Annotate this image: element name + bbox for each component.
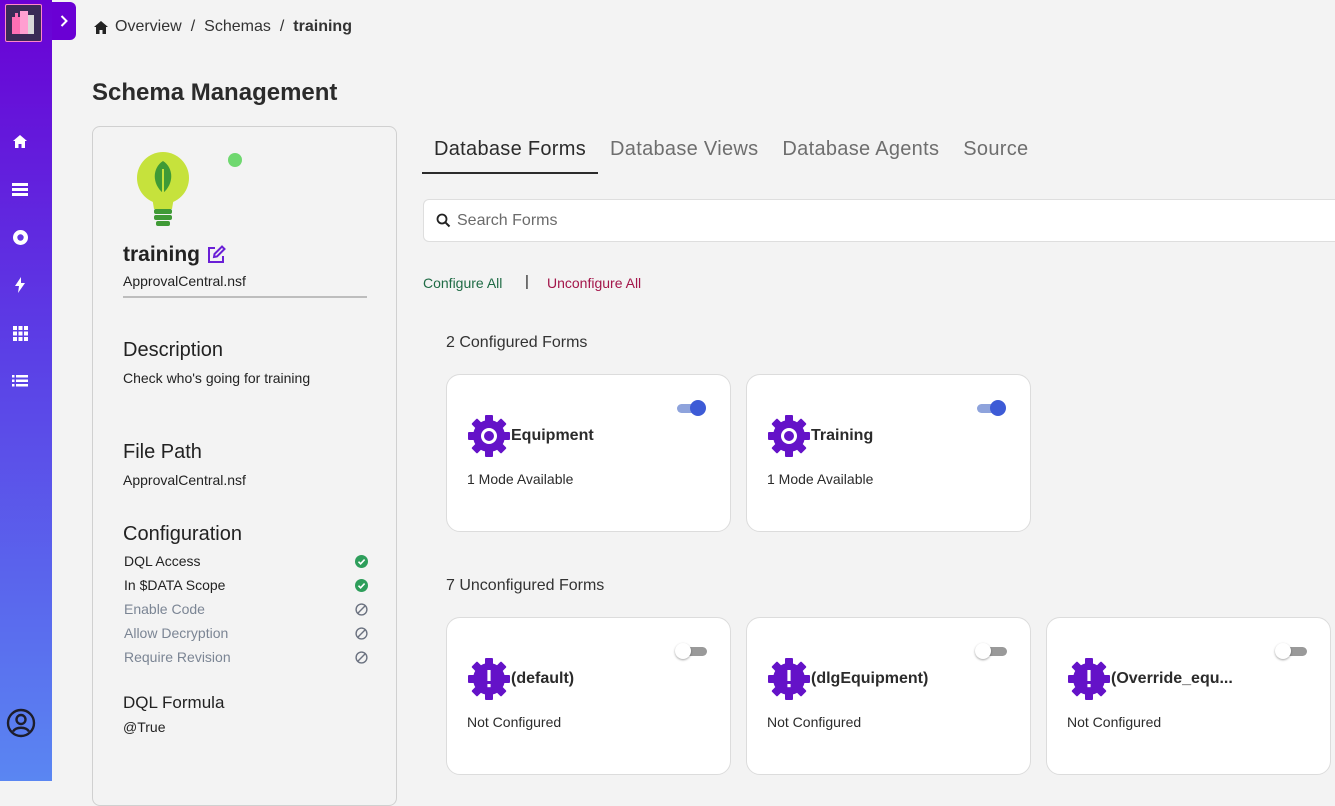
tab-database-forms[interactable]: Database Forms bbox=[422, 130, 599, 174]
home-icon[interactable] bbox=[93, 20, 109, 35]
form-name: Equipment bbox=[511, 427, 594, 444]
config-label: In $DATA Scope bbox=[124, 577, 226, 593]
edit-icon[interactable] bbox=[206, 245, 226, 265]
lightning-icon[interactable] bbox=[10, 275, 30, 295]
user-account-icon[interactable] bbox=[6, 708, 36, 738]
home-icon[interactable] bbox=[10, 131, 30, 151]
configured-forms-heading: 2 Configured Forms bbox=[446, 334, 588, 351]
check-circle-icon bbox=[355, 578, 368, 592]
schema-info-panel: training ApprovalCentral.nsf Description… bbox=[92, 126, 397, 806]
breadcrumb-separator: / bbox=[279, 18, 285, 35]
gear-warning-icon bbox=[1068, 658, 1110, 700]
config-label: Allow Decryption bbox=[124, 625, 229, 641]
gear-warning-icon bbox=[768, 658, 810, 700]
configure-all-link[interactable]: Configure All bbox=[423, 275, 502, 291]
config-label: Enable Code bbox=[124, 601, 205, 617]
breadcrumb-schemas[interactable]: Schemas bbox=[204, 18, 271, 36]
config-row-require-revision: Require Revision bbox=[124, 647, 368, 667]
search-input[interactable] bbox=[457, 211, 1257, 230]
search-icon bbox=[436, 213, 451, 228]
dql-formula-heading: DQL Formula bbox=[123, 693, 225, 712]
form-enable-toggle[interactable] bbox=[1275, 642, 1307, 660]
disabled-icon bbox=[355, 602, 368, 616]
schema-name: training bbox=[123, 243, 226, 267]
form-name: (dlgEquipment) bbox=[811, 670, 929, 687]
target-icon[interactable] bbox=[10, 227, 30, 247]
lightbulb-leaf-icon bbox=[136, 151, 190, 236]
sidebar bbox=[0, 0, 52, 781]
file-path-heading: File Path bbox=[123, 441, 202, 463]
dql-formula-value: @True bbox=[123, 719, 166, 735]
status-indicator bbox=[228, 153, 242, 167]
breadcrumb-overview[interactable]: Overview bbox=[115, 18, 182, 36]
file-path-value: ApprovalCentral.nsf bbox=[123, 472, 246, 488]
apps-grid-icon[interactable] bbox=[10, 323, 30, 343]
description-heading: Description bbox=[123, 339, 224, 361]
configuration-heading: Configuration bbox=[123, 523, 242, 545]
config-label: DQL Access bbox=[124, 553, 201, 569]
config-label: Require Revision bbox=[124, 649, 231, 665]
form-card-equipment[interactable]: Equipment 1 Mode Available bbox=[446, 374, 731, 532]
gear-icon bbox=[768, 415, 810, 457]
config-row-allow-decryption: Allow Decryption bbox=[124, 623, 368, 643]
search-box bbox=[423, 199, 1335, 242]
form-enable-toggle[interactable] bbox=[977, 399, 1007, 417]
tab-database-agents[interactable]: Database Agents bbox=[770, 130, 951, 174]
form-card-default[interactable]: (default) Not Configured bbox=[446, 617, 731, 775]
form-status: Not Configured bbox=[1067, 714, 1162, 730]
form-enable-toggle[interactable] bbox=[675, 642, 707, 660]
breadcrumb: Overview / Schemas / training bbox=[93, 16, 352, 38]
check-circle-icon bbox=[355, 554, 368, 568]
breadcrumb-current: training bbox=[293, 18, 352, 35]
database-list-icon[interactable] bbox=[10, 179, 30, 199]
config-row-dql-access: DQL Access bbox=[124, 551, 368, 571]
unconfigure-all-link[interactable]: Unconfigure All bbox=[547, 275, 641, 291]
gear-warning-icon bbox=[468, 658, 510, 700]
tab-bar: Database Forms Database Views Database A… bbox=[422, 130, 1040, 174]
gear-icon bbox=[468, 415, 510, 457]
description-text: Check who's going for training bbox=[123, 370, 311, 386]
form-name: (default) bbox=[511, 670, 575, 687]
form-status: 1 Mode Available bbox=[767, 471, 874, 487]
form-card-override-equipment[interactable]: (Override_equ... Not Configured bbox=[1046, 617, 1331, 775]
unconfigured-forms-heading: 7 Unconfigured Forms bbox=[446, 577, 605, 594]
app-logo[interactable] bbox=[5, 4, 42, 42]
config-row-data-scope: In $DATA Scope bbox=[124, 575, 368, 595]
form-enable-toggle[interactable] bbox=[975, 642, 1007, 660]
tab-source[interactable]: Source bbox=[951, 130, 1040, 174]
page-title: Schema Management bbox=[92, 79, 338, 106]
breadcrumb-separator: / bbox=[190, 18, 196, 35]
schema-file-name: ApprovalCentral.nsf bbox=[123, 273, 246, 289]
form-status: Not Configured bbox=[467, 714, 562, 730]
sidebar-expand-button[interactable] bbox=[52, 2, 76, 40]
disabled-icon bbox=[355, 626, 368, 640]
form-status: 1 Mode Available bbox=[467, 471, 574, 487]
form-name: Training bbox=[811, 427, 874, 444]
disabled-icon bbox=[355, 650, 368, 664]
schema-name-text: training bbox=[123, 243, 200, 266]
divider bbox=[123, 296, 367, 298]
form-status: Not Configured bbox=[767, 714, 862, 730]
config-row-enable-code: Enable Code bbox=[124, 599, 368, 619]
tab-database-views[interactable]: Database Views bbox=[598, 130, 770, 174]
chevron-right-icon bbox=[60, 15, 68, 27]
action-separator: | bbox=[525, 273, 529, 290]
list-icon[interactable] bbox=[10, 371, 30, 391]
form-card-training[interactable]: Training 1 Mode Available bbox=[746, 374, 1031, 532]
form-name: (Override_equ... bbox=[1111, 670, 1233, 687]
form-enable-toggle[interactable] bbox=[677, 399, 707, 417]
form-card-dlgequipment[interactable]: (dlgEquipment) Not Configured bbox=[746, 617, 1031, 775]
